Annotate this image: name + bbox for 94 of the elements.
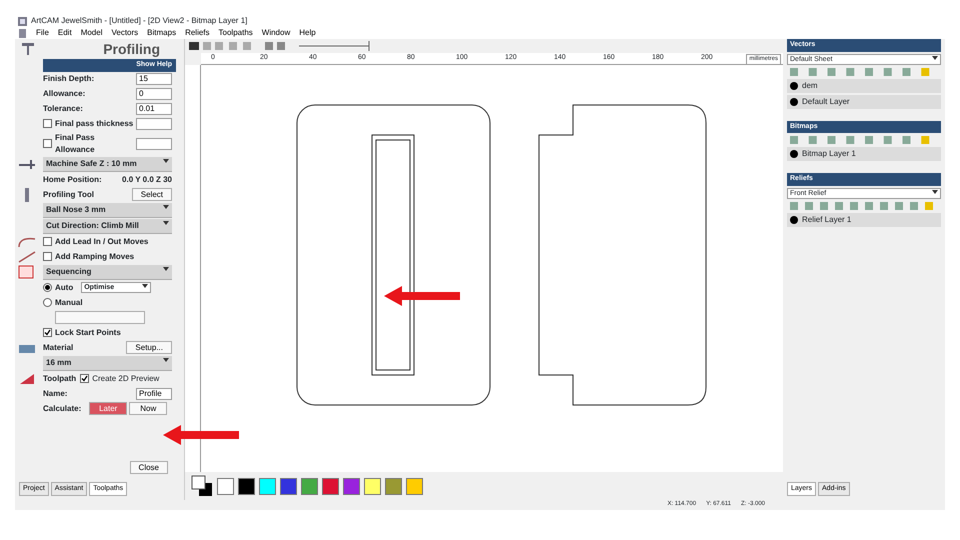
- close-button[interactable]: Close: [130, 460, 168, 474]
- radio-button[interactable]: [43, 283, 52, 292]
- layer-name: dem: [802, 80, 818, 92]
- field-label: Finish Depth:: [43, 72, 96, 84]
- dropdown-icon: [163, 266, 169, 272]
- field-label: Allowance:: [43, 88, 86, 100]
- input-field[interactable]: 0.01: [136, 102, 172, 114]
- color-swatch[interactable]: [280, 478, 297, 494]
- dot-icon: [790, 98, 798, 106]
- section-title: Machine Safe Z : 10 mm: [46, 158, 137, 170]
- caret-icon: [932, 188, 938, 194]
- menu-item[interactable]: File: [36, 27, 49, 39]
- info-value: 0.0 Y 0.0 Z 30: [122, 174, 172, 186]
- field-label: Tolerance:: [43, 102, 84, 114]
- menu-item[interactable]: Bitmaps: [147, 27, 176, 39]
- checkbox-label: Create 2D Preview: [92, 372, 160, 384]
- app-icon: [18, 16, 27, 26]
- dropdown-icon: [163, 158, 169, 164]
- dropdown-icon: [163, 356, 169, 362]
- color-swatch[interactable]: [217, 478, 234, 494]
- menu-item[interactable]: Edit: [58, 27, 72, 39]
- checkbox[interactable]: [43, 139, 52, 148]
- menu-item[interactable]: Model: [80, 27, 102, 39]
- setup-button[interactable]: Setup...: [126, 341, 172, 354]
- layer-row[interactable]: dem: [787, 78, 941, 92]
- menu-item[interactable]: Reliefs: [185, 27, 210, 39]
- ramp-icon: [17, 250, 37, 264]
- menu-item[interactable]: Toolpaths: [218, 27, 253, 39]
- section-header[interactable]: Sequencing: [43, 264, 172, 280]
- checkbox-label: Add Lead In / Out Moves: [55, 236, 150, 248]
- dropdown-icon: [163, 204, 169, 210]
- color-swatch[interactable]: [322, 478, 339, 494]
- section-title: 16 mm: [46, 356, 72, 368]
- section-header[interactable]: Ball Nose 3 mm: [43, 202, 172, 218]
- tool-logo-icon: [21, 42, 35, 56]
- color-swatch[interactable]: [406, 478, 423, 494]
- checkbox-label: Add Ramping Moves: [55, 250, 136, 262]
- layer-name: Bitmap Layer 1: [802, 148, 856, 160]
- checkbox[interactable]: [43, 328, 52, 337]
- layer-row[interactable]: Bitmap Layer 1: [787, 147, 941, 161]
- input-field[interactable]: Profile: [136, 388, 172, 400]
- layer-name: Default Layer: [802, 96, 850, 108]
- input-field[interactable]: [136, 118, 172, 130]
- calculate-button[interactable]: Now: [129, 402, 168, 415]
- checkbox[interactable]: [43, 119, 52, 128]
- window-title: ArtCAM JewelSmith - [Untitled] - [2D View2 - Bitmap Layer 1]: [31, 15, 248, 27]
- radio-label: Manual: [55, 296, 83, 308]
- layer-row[interactable]: Relief Layer 1: [787, 212, 941, 226]
- color-swatch[interactable]: [301, 478, 318, 494]
- color-swatch[interactable]: [343, 478, 360, 494]
- section-header[interactable]: Machine Safe Z : 10 mm: [43, 156, 172, 172]
- field-label: Final Pass Allowance: [55, 132, 96, 156]
- input-field[interactable]: 0: [136, 88, 172, 100]
- document-icon: [18, 28, 27, 38]
- layer-name: Relief Layer 1: [802, 214, 852, 226]
- dot-icon: [790, 82, 798, 90]
- section-title: Cut Direction: Climb Mill: [46, 220, 139, 232]
- row-label: Toolpath: [43, 372, 76, 384]
- radio-label: Auto: [55, 282, 74, 294]
- field-label: Name:: [43, 388, 68, 400]
- color-swatch[interactable]: [238, 478, 255, 494]
- cutter-icon: [24, 188, 30, 202]
- radio-button[interactable]: [43, 298, 52, 307]
- checkbox[interactable]: [43, 252, 52, 261]
- checkbox[interactable]: [80, 374, 90, 383]
- input-field[interactable]: [136, 138, 172, 150]
- color-swatch[interactable]: [364, 478, 381, 494]
- info-label: Home Position:: [43, 174, 103, 186]
- row-label: Material: [43, 342, 74, 354]
- calculate-button[interactable]: Later: [89, 402, 128, 415]
- section-header[interactable]: 16 mm: [43, 356, 172, 370]
- dropdown-icon: [163, 220, 169, 226]
- panel-title: Profiling: [103, 40, 160, 59]
- row-label: Profiling Tool: [43, 188, 95, 200]
- color-swatch[interactable]: [259, 478, 276, 494]
- checkbox-label: Lock Start Points: [55, 326, 122, 338]
- color-swatch-icon: [191, 475, 213, 497]
- menu-item[interactable]: Help: [299, 27, 316, 39]
- caret-icon: [932, 54, 938, 60]
- menu-item[interactable]: Vectors: [111, 27, 138, 39]
- menu-item[interactable]: Window: [262, 27, 290, 39]
- section-header[interactable]: Cut Direction: Climb Mill: [43, 218, 172, 234]
- color-swatch[interactable]: [385, 478, 402, 494]
- setup-button[interactable]: Select: [132, 188, 172, 201]
- relief-layer-icon: [790, 216, 798, 224]
- field-label: Final pass thickness: [55, 118, 134, 130]
- caret-icon: [142, 283, 148, 289]
- bitmap-layer-icon: [790, 150, 798, 158]
- section-title: Sequencing: [46, 266, 92, 278]
- row-label: Calculate:: [43, 402, 82, 414]
- section-title: Ball Nose 3 mm: [46, 204, 106, 216]
- checkbox[interactable]: [43, 237, 52, 246]
- input-field[interactable]: 15: [136, 72, 172, 84]
- layer-row[interactable]: Default Layer: [787, 94, 941, 108]
